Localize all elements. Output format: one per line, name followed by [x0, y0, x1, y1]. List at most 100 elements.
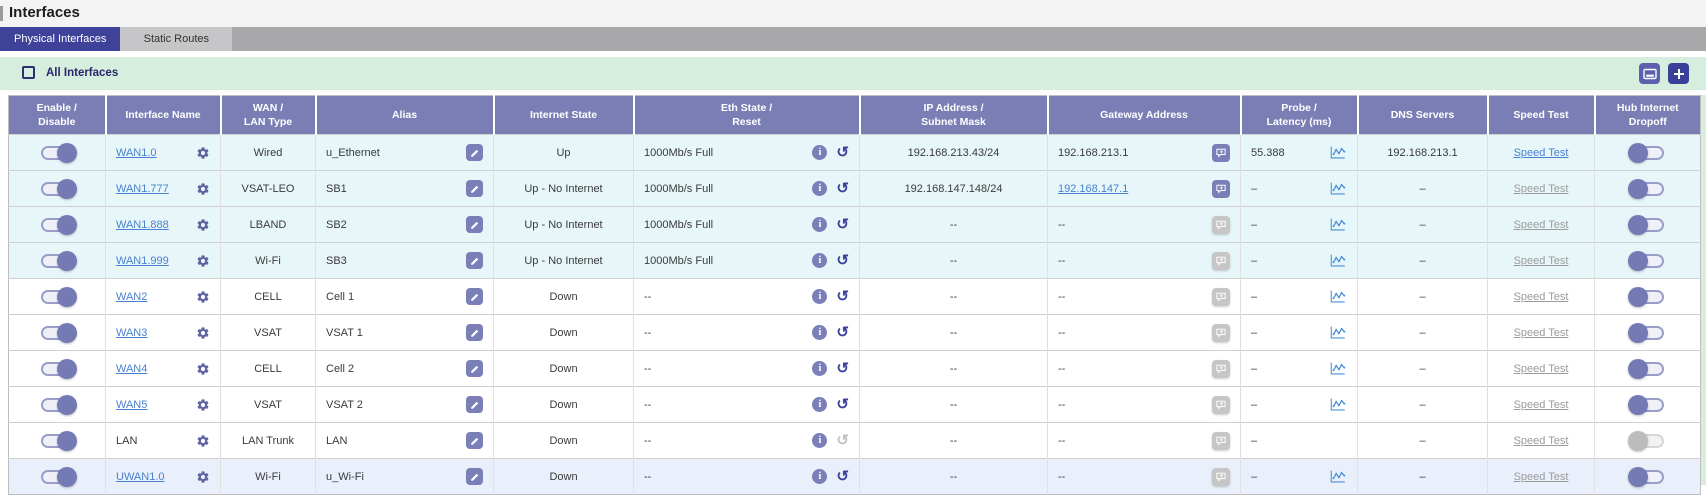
edit-alias-icon[interactable] — [466, 360, 483, 377]
latency-chart-icon[interactable] — [1329, 181, 1347, 196]
enable-toggle[interactable] — [41, 434, 73, 448]
ping-gateway-icon[interactable] — [1212, 468, 1230, 486]
interface-name-link[interactable]: UWAN1.0 — [116, 471, 165, 483]
speed-test-link[interactable]: Speed Test — [1514, 399, 1569, 411]
edit-alias-icon[interactable] — [466, 144, 483, 161]
tab-physical-interfaces[interactable]: Physical Interfaces — [0, 27, 120, 51]
latency-chart-icon[interactable] — [1329, 469, 1347, 484]
latency-chart-icon[interactable] — [1329, 289, 1347, 304]
info-icon[interactable]: i — [812, 289, 827, 304]
speed-test-link[interactable]: Speed Test — [1514, 291, 1569, 303]
hub-dropoff-toggle[interactable] — [1632, 362, 1664, 376]
info-icon[interactable]: i — [812, 145, 827, 160]
reset-icon[interactable]: ↺ — [836, 145, 849, 160]
gear-icon[interactable] — [196, 290, 210, 304]
interface-name-link[interactable]: WAN5 — [116, 399, 147, 411]
interface-name-link[interactable]: WAN1.777 — [116, 183, 169, 195]
latency-chart-icon[interactable] — [1329, 217, 1347, 232]
edit-alias-icon[interactable] — [466, 252, 483, 269]
gear-icon[interactable] — [196, 254, 210, 268]
enable-toggle[interactable] — [41, 398, 73, 412]
edit-alias-icon[interactable] — [466, 180, 483, 197]
ping-gateway-icon[interactable] — [1212, 288, 1230, 306]
reset-icon[interactable]: ↺ — [836, 433, 849, 448]
add-interface-button[interactable] — [1668, 63, 1689, 84]
ping-gateway-icon[interactable] — [1212, 252, 1230, 270]
interface-name-link[interactable]: WAN1.0 — [116, 147, 157, 159]
hub-dropoff-toggle[interactable] — [1632, 146, 1664, 160]
enable-toggle[interactable] — [41, 182, 73, 196]
ping-gateway-icon[interactable] — [1212, 396, 1230, 414]
enable-toggle[interactable] — [41, 290, 73, 304]
latency-chart-icon[interactable] — [1329, 397, 1347, 412]
info-icon[interactable]: i — [812, 325, 827, 340]
tab-static-routes[interactable]: Static Routes — [120, 27, 232, 51]
edit-alias-icon[interactable] — [466, 432, 483, 449]
gear-icon[interactable] — [196, 326, 210, 340]
edit-alias-icon[interactable] — [466, 288, 483, 305]
interface-name-link[interactable]: WAN1.888 — [116, 219, 169, 231]
speed-test-link[interactable]: Speed Test — [1514, 327, 1569, 339]
interface-name-link[interactable]: WAN2 — [116, 291, 147, 303]
all-interfaces-checkbox[interactable] — [22, 66, 35, 79]
hub-dropoff-toggle[interactable] — [1632, 254, 1664, 268]
hub-dropoff-toggle[interactable] — [1632, 182, 1664, 196]
reset-icon[interactable]: ↺ — [836, 325, 849, 340]
hub-dropoff-toggle[interactable] — [1632, 290, 1664, 304]
ping-gateway-icon[interactable] — [1212, 216, 1230, 234]
reset-icon[interactable]: ↺ — [836, 289, 849, 304]
gear-icon[interactable] — [196, 398, 210, 412]
speed-test-link[interactable]: Speed Test — [1514, 255, 1569, 267]
speed-test-link[interactable]: Speed Test — [1514, 219, 1569, 231]
hub-dropoff-toggle[interactable] — [1632, 218, 1664, 232]
gateway-link[interactable]: 192.168.147.1 — [1058, 183, 1128, 195]
info-icon[interactable]: i — [812, 433, 827, 448]
reset-icon[interactable]: ↺ — [836, 181, 849, 196]
hub-dropoff-toggle[interactable] — [1632, 326, 1664, 340]
speed-test-link[interactable]: Speed Test — [1514, 471, 1569, 483]
enable-toggle[interactable] — [41, 254, 73, 268]
interface-name-link[interactable]: WAN1.999 — [116, 255, 169, 267]
latency-chart-icon[interactable] — [1329, 253, 1347, 268]
interface-name-link[interactable]: WAN3 — [116, 327, 147, 339]
info-icon[interactable]: i — [812, 217, 827, 232]
gear-icon[interactable] — [196, 470, 210, 484]
info-icon[interactable]: i — [812, 469, 827, 484]
edit-alias-icon[interactable] — [466, 216, 483, 233]
speed-test-link[interactable]: Speed Test — [1514, 183, 1569, 195]
reset-icon[interactable]: ↺ — [836, 253, 849, 268]
reset-icon[interactable]: ↺ — [836, 397, 849, 412]
gear-icon[interactable] — [196, 434, 210, 448]
gear-icon[interactable] — [196, 146, 210, 160]
latency-chart-icon[interactable] — [1329, 325, 1347, 340]
reset-icon[interactable]: ↺ — [836, 217, 849, 232]
speed-test-link[interactable]: Speed Test — [1514, 147, 1569, 159]
latency-chart-icon[interactable] — [1329, 361, 1347, 376]
gear-icon[interactable] — [196, 362, 210, 376]
ping-gateway-icon[interactable] — [1212, 360, 1230, 378]
ping-gateway-icon[interactable] — [1212, 180, 1230, 198]
edit-alias-icon[interactable] — [466, 396, 483, 413]
enable-toggle[interactable] — [41, 362, 73, 376]
info-icon[interactable]: i — [812, 253, 827, 268]
hub-dropoff-toggle[interactable] — [1632, 434, 1664, 448]
info-icon[interactable]: i — [812, 397, 827, 412]
enable-toggle[interactable] — [41, 146, 73, 160]
gear-icon[interactable] — [196, 182, 210, 196]
edit-alias-icon[interactable] — [466, 324, 483, 341]
latency-chart-icon[interactable] — [1329, 145, 1347, 160]
ping-gateway-icon[interactable] — [1212, 432, 1230, 450]
hub-dropoff-toggle[interactable] — [1632, 398, 1664, 412]
info-icon[interactable]: i — [812, 361, 827, 376]
hub-dropoff-toggle[interactable] — [1632, 470, 1664, 484]
gear-icon[interactable] — [196, 218, 210, 232]
reset-icon[interactable]: ↺ — [836, 361, 849, 376]
ping-gateway-icon[interactable] — [1212, 144, 1230, 162]
enable-toggle[interactable] — [41, 470, 73, 484]
card-view-button[interactable] — [1639, 63, 1660, 84]
speed-test-link[interactable]: Speed Test — [1514, 435, 1569, 447]
enable-toggle[interactable] — [41, 326, 73, 340]
ping-gateway-icon[interactable] — [1212, 324, 1230, 342]
speed-test-link[interactable]: Speed Test — [1514, 363, 1569, 375]
reset-icon[interactable]: ↺ — [836, 469, 849, 484]
